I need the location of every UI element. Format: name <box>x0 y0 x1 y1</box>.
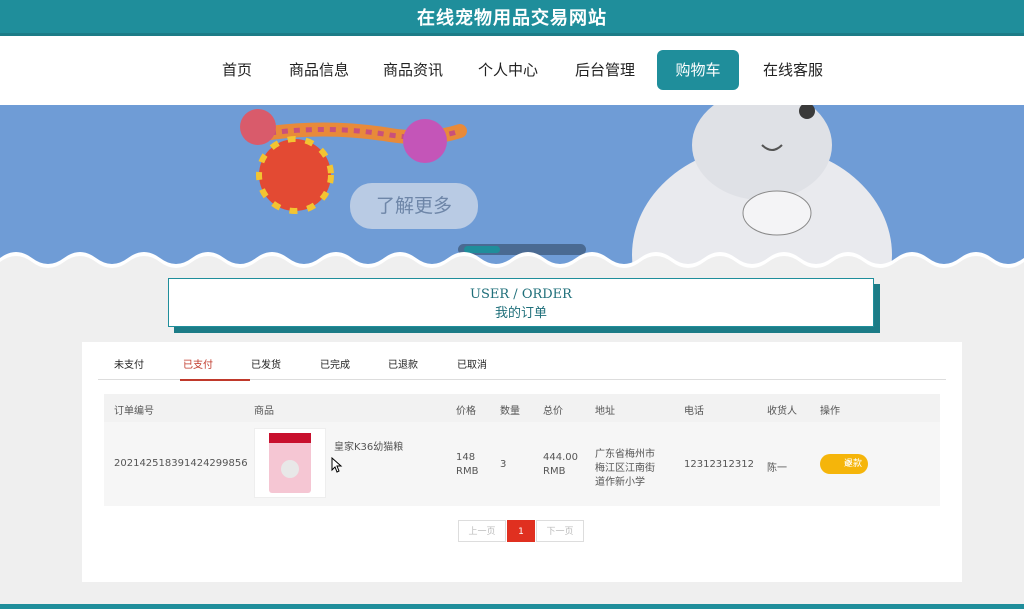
col-receiver: 收货人 <box>767 406 797 417</box>
cat-food-bag-icon <box>269 433 311 493</box>
tab-refunded[interactable]: 已退款 <box>388 356 418 371</box>
orders-panel: 未支付 已支付 已发货 已完成 已退款 已取消 订单编号 商品 价格 数量 总价… <box>82 342 962 582</box>
section-title-en: USER / ORDER <box>470 287 572 302</box>
phone-value: 12312312312 <box>684 459 754 470</box>
col-product: 商品 <box>254 406 274 417</box>
nav-item-products[interactable]: 商品信息 <box>289 50 349 90</box>
tab-cancelled[interactable]: 已取消 <box>457 356 487 371</box>
mouse-pointer-icon <box>331 457 343 473</box>
col-price: 价格 <box>456 406 476 417</box>
main-nav: 首页 商品信息 商品资讯 个人中心 后台管理 购物车 在线客服 <box>0 33 1024 105</box>
total-value: 444.00 <box>543 452 578 463</box>
total-currency: RMB <box>543 466 566 477</box>
nav-item-profile[interactable]: 个人中心 <box>478 50 538 90</box>
product-name[interactable]: 皇家K36幼猫粮 <box>334 438 403 453</box>
order-id: 20214251839142429985​6 <box>114 458 248 469</box>
nav-item-cart[interactable]: 购物车 <box>657 50 739 90</box>
col-address: 地址 <box>595 406 615 417</box>
tab-completed[interactable]: 已完成 <box>320 356 350 371</box>
nav-item-admin[interactable]: 后台管理 <box>575 50 635 90</box>
footer-bar <box>0 604 1024 609</box>
address-line-1: 广东省梅州市 <box>595 449 655 460</box>
tab-unpaid[interactable]: 未支付 <box>114 356 144 371</box>
col-order-id: 订单编号 <box>114 406 154 417</box>
receiver-value: 陈一 <box>767 463 787 474</box>
col-total: 总价 <box>543 406 563 417</box>
active-tab-indicator <box>180 379 250 381</box>
table-row: 20214251839142429985​6 皇家K36幼猫粮 148 RMB … <box>104 422 940 506</box>
address-line-3: 道作新小学 <box>595 477 645 488</box>
section-title-cn: 我的订单 <box>494 306 547 321</box>
page-1-button[interactable]: 1 <box>507 520 535 542</box>
col-phone: 电话 <box>684 406 704 417</box>
learn-more-button[interactable]: 了解更多 <box>350 183 478 229</box>
section-title-box: USER / ORDER 我的订单 <box>168 278 874 327</box>
prev-page-button[interactable]: 上一页 <box>458 520 506 542</box>
top-bar: 在线宠物用品交易网站 <box>0 0 1024 33</box>
refund-label: 退款 <box>844 459 863 469</box>
quantity-value: 3 <box>500 459 507 470</box>
nav-item-home[interactable]: 首页 <box>222 50 252 90</box>
table-header: 订单编号 商品 价格 数量 总价 地址 电话 收货人 操作 <box>104 394 940 422</box>
nav-item-news[interactable]: 商品资讯 <box>383 50 443 90</box>
price-value: 148 <box>456 452 476 463</box>
address-line-2: 梅江区江南街 <box>595 463 655 474</box>
product-image[interactable] <box>254 428 326 498</box>
nav-item-support[interactable]: 在线客服 <box>763 50 823 90</box>
wave-decoration <box>0 252 1024 270</box>
col-quantity: 数量 <box>500 406 520 417</box>
order-status-tabs: 未支付 已支付 已发货 已完成 已退款 已取消 <box>98 350 946 381</box>
site-title: 在线宠物用品交易网站 <box>417 8 607 29</box>
refund-button[interactable]: ⊛ 退款 <box>820 454 868 474</box>
col-action: 操作 <box>820 406 840 417</box>
tab-paid[interactable]: 已支付 <box>183 356 213 371</box>
hero-banner: 了解更多 <box>0 105 1024 270</box>
next-page-button[interactable]: 下一页 <box>536 520 584 542</box>
tab-shipped[interactable]: 已发货 <box>251 356 281 371</box>
price-currency: RMB <box>456 466 479 477</box>
